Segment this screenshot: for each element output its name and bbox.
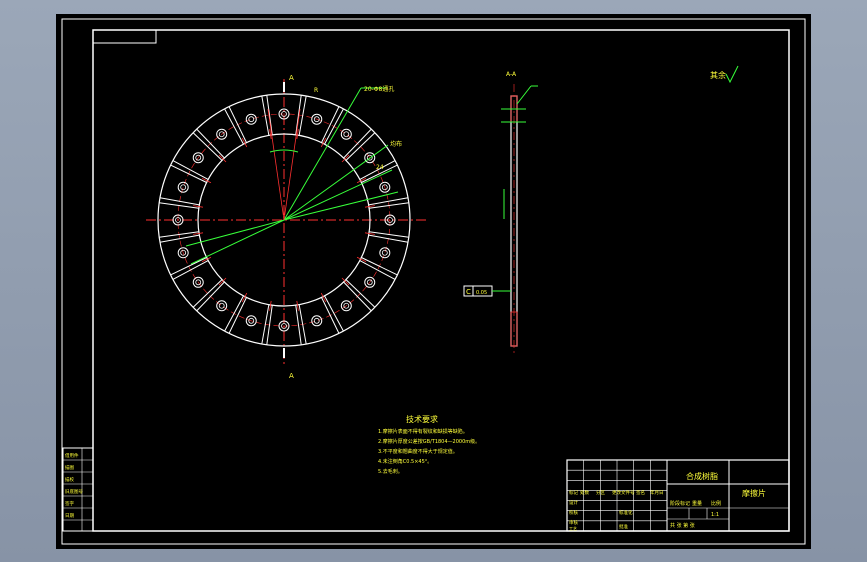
scale-value: 1:1 [711, 512, 719, 518]
col-label-2: 更改文件号 [612, 489, 635, 496]
side-cell-5: 签字 [65, 500, 74, 507]
tech-line-5: 5.去毛刺。 [378, 468, 403, 475]
approve-label: 批准 [619, 523, 628, 530]
part-name: 摩擦片 [742, 488, 766, 498]
segment-hole-inner [218, 302, 225, 309]
inner-frame [92, 29, 790, 532]
cad-drawing: A A R 20-Φ8通孔 均布 24 A-A C 0.05 其余 技术要求 1… [61, 18, 806, 545]
roughness-symbol [725, 65, 739, 84]
angle-line-1 [267, 108, 285, 221]
side-leader [516, 85, 532, 105]
segment-slot-line [321, 297, 340, 334]
segment-hole-inner [343, 131, 350, 138]
segment-slot-line [361, 257, 398, 276]
segment-slot-line [228, 297, 247, 334]
row-label-2: 校核 [569, 509, 578, 516]
datum-value: 0.05 [476, 290, 487, 296]
segment-slot-line [172, 260, 209, 280]
col-label-1: 分区 [596, 489, 605, 496]
section-label-top: A [289, 74, 294, 82]
callout-holes: 20-Φ8通孔 [364, 85, 394, 93]
tech-line-3: 3.不平度和翘曲度不得大于规定值。 [378, 448, 458, 455]
row-label-1: 设计 [569, 499, 578, 506]
col-label-4: 年月日 [650, 489, 664, 496]
segment-slot-line [172, 160, 209, 180]
callout-top: R [314, 87, 318, 94]
segment-tick [296, 300, 299, 311]
dim-line-2 [283, 144, 389, 221]
segment-tick [193, 232, 204, 235]
side-cell-3: 描校 [65, 476, 74, 483]
segment-tick [269, 300, 272, 311]
front-view: A A R 20-Φ8通孔 均布 24 [146, 74, 426, 380]
ratio-label: 比例 [711, 500, 721, 507]
segment-slot-line [324, 108, 344, 145]
material-text: 合成树脂 [686, 471, 718, 481]
tech-line-2: 2.摩擦片厚度公差按GB/T1804—2000m级。 [378, 438, 480, 445]
segment-slot-line [321, 106, 340, 143]
segment-slot-line [170, 164, 207, 183]
sheet-count: 共 张 第 张 [670, 522, 695, 529]
tech-line-1: 1.摩擦片表面不得有裂纹和缺损等缺陷。 [378, 428, 468, 435]
drawing-sheet: A A R 20-Φ8通孔 均布 24 A-A C 0.05 其余 技术要求 1… [56, 14, 811, 549]
segment-slot-line [224, 108, 244, 145]
segment-slot-line [228, 106, 247, 143]
dim-line-1 [283, 87, 362, 221]
segment-tick [193, 205, 204, 208]
side-cell-6: 日期 [65, 513, 74, 519]
col-label-0: 处数 [580, 489, 589, 496]
segment-hole [245, 113, 257, 125]
side-cell-4: 旧底图号 [65, 488, 83, 495]
angle-line-2 [283, 108, 301, 221]
roughness-label: 其余 [710, 70, 726, 80]
callout-uniform: 均布 [390, 140, 402, 148]
tech-requirements: 技术要求 1.摩擦片表面不得有裂纹和缺损等缺陷。 2.摩擦片厚度公差按GB/T1… [378, 414, 480, 475]
section-label-bottom: A [289, 372, 294, 380]
stage-mark: 阶段标记 [670, 500, 690, 507]
dim-line-6 [190, 219, 285, 265]
segment-slot-line [359, 260, 396, 280]
segment-slot-line [170, 257, 207, 276]
dim-line-4 [283, 191, 399, 221]
segment-tick [364, 232, 375, 235]
tech-title: 技术要求 [406, 414, 438, 424]
side-cell-2: 描图 [65, 464, 74, 471]
segment-hole [379, 247, 391, 259]
segment-hole [216, 300, 228, 312]
side-view: A-A C 0.05 其余 [463, 65, 739, 354]
side-cell-1: 借用件 [65, 452, 79, 459]
segment-hole-inner [313, 317, 320, 324]
title-block: 合成树脂 摩擦片 阶段标记 重量 比例 1:1 共 张 第 张 标记 设计 校核… [566, 459, 790, 532]
corner-box [92, 29, 157, 44]
callout-count: 24 [376, 164, 384, 171]
standard-label: 标准化 [619, 509, 633, 516]
segment-tick [364, 205, 375, 208]
segment-hole [311, 315, 323, 327]
segment-hole [340, 128, 352, 140]
segment-slot-line [324, 295, 344, 332]
col-label-3: 签名 [636, 489, 645, 496]
row-label-3: 审核 [569, 519, 578, 526]
tech-line-4: 4.未注倒角C0.5×45°。 [378, 458, 432, 465]
row-label-4: 工艺 [569, 526, 577, 531]
segment-hole-inner [248, 116, 255, 123]
segment-slot-line [224, 295, 244, 332]
dim-line-3 [283, 169, 393, 221]
row-label-0: 标记 [569, 489, 578, 496]
weight-label: 重量 [692, 500, 702, 507]
segment-hole-inner [381, 249, 388, 256]
side-top-label: A-A [506, 71, 517, 78]
left-side-table: 借用件 描图 描校 旧底图号 签字 日期 [62, 447, 94, 532]
datum-label: C [466, 288, 471, 296]
